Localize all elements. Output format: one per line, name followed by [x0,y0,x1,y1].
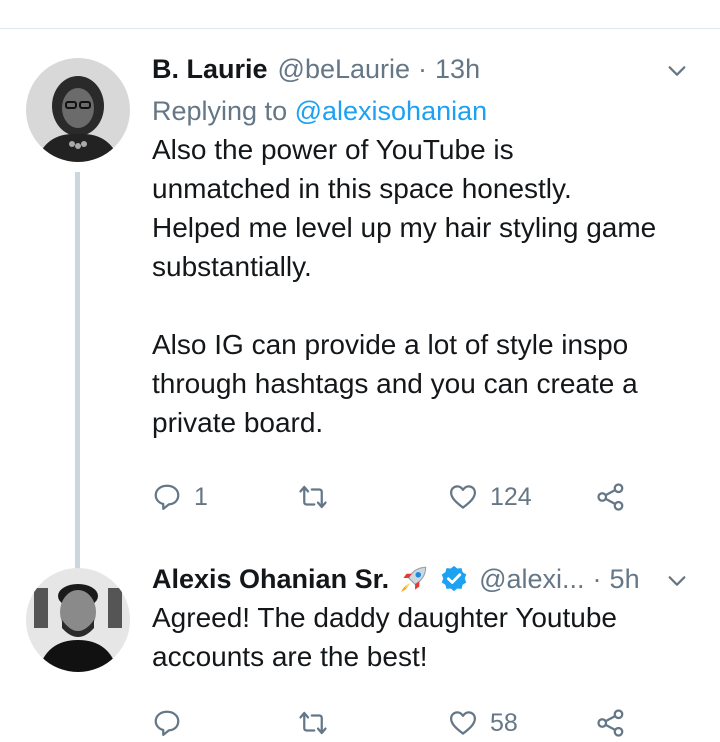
replying-to-label: Replying to [152,96,295,126]
display-name[interactable]: B. Laurie [152,54,268,85]
user-handle[interactable]: @alexi... [479,564,584,595]
display-name[interactable]: Alexis Ohanian Sr. [152,564,389,595]
replying-to-mention[interactable]: @alexisohanian [295,96,488,126]
like-button[interactable]: 58 [448,703,518,742]
retweet-button[interactable] [298,477,340,517]
top-divider [0,28,720,29]
share-icon [597,483,624,511]
reply-count: 1 [194,482,208,511]
reply-button[interactable]: 1 [152,477,208,517]
separator: · [418,53,428,84]
tweet-header: Alexis Ohanian Sr. @alexi... · 5h [152,560,700,598]
reply-icon [154,484,180,510]
like-count: 124 [490,482,532,511]
retweet-icon [299,485,327,509]
thread-line [75,172,80,612]
avatar-alexisohanian[interactable] [26,568,130,672]
share-button[interactable] [596,703,626,742]
share-icon [597,709,624,737]
chevron-down-icon[interactable] [666,60,688,82]
retweet-button[interactable] [298,703,340,742]
tweet-content: Alexis Ohanian Sr. @alexi... · 5h Agreed… [152,560,700,676]
verified-badge-icon [441,565,467,592]
tweet-alexisohanian[interactable]: Alexis Ohanian Sr. @alexi... · 5h Agreed… [0,560,720,742]
tweet-content: B. Laurie @beLaurie · 13h Replying to @a… [152,50,700,442]
timestamp[interactable]: 5h [610,564,640,595]
like-button[interactable]: 124 [448,477,532,517]
chevron-down-icon[interactable] [666,570,688,592]
user-handle[interactable]: @beLaurie [278,54,411,85]
heart-icon [450,485,476,509]
tweet-text: Agreed! The daddy daughter Youtube accou… [152,602,617,672]
tweet-belaurie[interactable]: B. Laurie @beLaurie · 13h Replying to @a… [0,50,720,612]
tweet-actions: 1 124 [152,477,652,517]
separator: · [592,563,602,594]
avatar-belaurie-image [26,58,130,162]
reply-button[interactable] [152,703,194,742]
replying-to: Replying to @alexisohanian [152,92,700,130]
share-button[interactable] [596,477,626,517]
tweet-actions: 58 [152,703,652,742]
rocket-emoji [401,566,427,592]
heart-icon [450,711,476,735]
timestamp[interactable]: 13h [435,54,480,85]
retweet-icon [299,711,327,735]
reply-icon [154,710,180,736]
tweet-header: B. Laurie @beLaurie · 13h [152,50,700,88]
like-count: 58 [490,708,518,737]
avatar-alexisohanian-image [26,568,130,672]
avatar-belaurie[interactable] [26,58,130,162]
tweet-text: Also the power of YouTube is unmatched i… [152,134,657,438]
